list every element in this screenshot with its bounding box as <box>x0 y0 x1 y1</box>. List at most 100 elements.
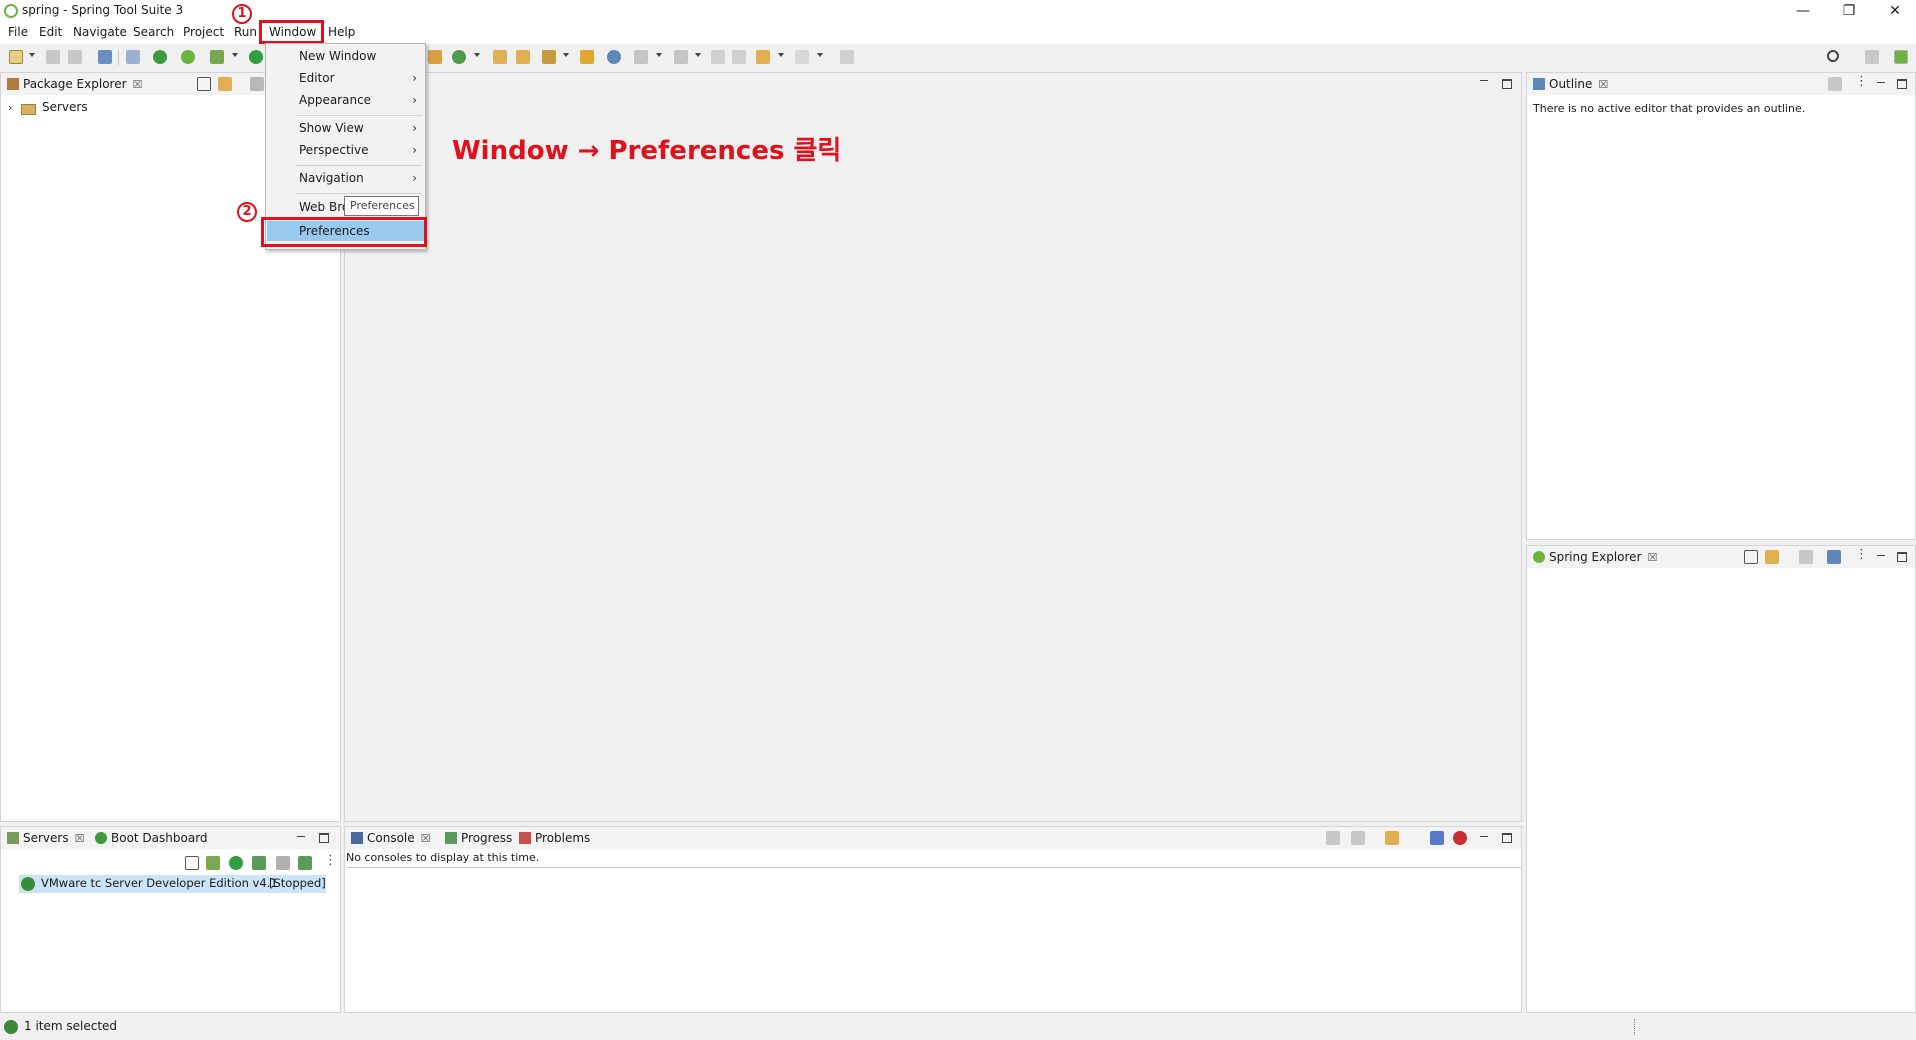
boot-dashboard-icon[interactable] <box>153 50 167 64</box>
tab-boot-dashboard[interactable]: Boot Dashboard <box>93 827 208 849</box>
next-annotation-icon[interactable] <box>634 50 648 64</box>
run-icon[interactable] <box>249 50 263 64</box>
menu-item-show-view[interactable]: Show View › <box>267 118 425 138</box>
search-flashlight-icon[interactable] <box>542 50 556 64</box>
link-with-editor-icon[interactable] <box>218 77 232 91</box>
debug-server-icon[interactable] <box>206 856 220 870</box>
new-class-dropdown-icon[interactable] <box>474 53 480 57</box>
forward-icon[interactable] <box>795 50 809 64</box>
collapse-icon[interactable] <box>185 856 199 870</box>
focus-on-task-icon[interactable] <box>250 77 264 91</box>
stop-server-icon[interactable] <box>276 856 290 870</box>
debug-dropdown-icon[interactable] <box>232 53 238 57</box>
skip-breakpoints-icon[interactable] <box>126 50 140 64</box>
menu-help[interactable]: Help <box>328 25 355 39</box>
save-all-icon[interactable] <box>68 50 82 64</box>
open-console-icon[interactable] <box>1385 831 1399 845</box>
servers-expander-icon[interactable]: › <box>8 101 12 114</box>
view-menu-icon[interactable] <box>321 853 337 868</box>
minimize-servers-icon[interactable] <box>295 831 307 843</box>
forward-dropdown-icon[interactable] <box>817 53 823 57</box>
debug-icon[interactable] <box>210 50 224 64</box>
back-dropdown-icon[interactable] <box>778 53 784 57</box>
spring-perspective-icon[interactable] <box>1894 50 1908 64</box>
new-dropdown-icon[interactable] <box>29 53 35 57</box>
pin-console-icon[interactable] <box>1326 831 1340 845</box>
close-tab-icon[interactable]: ☒ <box>1648 551 1658 564</box>
spring-refresh-icon[interactable] <box>181 50 195 64</box>
collapse-all-icon[interactable] <box>1744 550 1758 564</box>
maximize-servers-icon[interactable] <box>319 833 329 843</box>
close-tab-icon[interactable]: ☒ <box>75 832 85 845</box>
profile-server-icon[interactable] <box>252 856 266 870</box>
close-tab-icon[interactable]: ☒ <box>1598 78 1608 91</box>
pin-editor-icon[interactable] <box>840 50 854 64</box>
tab-outline[interactable]: Outline ☒ <box>1531 73 1608 95</box>
close-tab-icon[interactable]: ☒ <box>421 832 431 845</box>
start-server-icon[interactable] <box>229 856 243 870</box>
menu-run[interactable]: Run <box>234 25 257 39</box>
tab-console[interactable]: Console ☒ <box>349 827 431 849</box>
open-type-icon[interactable] <box>493 50 507 64</box>
publish-icon[interactable] <box>298 856 312 870</box>
spring-console-icon[interactable] <box>1453 831 1467 845</box>
restore-button[interactable]: ❐ <box>1826 0 1872 22</box>
minimize-console-icon[interactable] <box>1478 831 1490 843</box>
last-edit-icon[interactable] <box>711 50 725 64</box>
minimize-editor-icon[interactable] <box>1478 75 1490 87</box>
focus-icon[interactable] <box>1828 77 1842 91</box>
menu-search[interactable]: Search <box>133 25 174 39</box>
menu-project[interactable]: Project <box>183 25 224 39</box>
link-with-editor-icon[interactable] <box>1765 550 1779 564</box>
collapse-all-icon[interactable] <box>197 77 211 91</box>
close-tab-icon[interactable]: ☒ <box>133 78 143 91</box>
menu-item-perspective[interactable]: Perspective › <box>267 140 425 160</box>
new-icon[interactable] <box>9 50 23 64</box>
close-button[interactable]: ✕ <box>1872 0 1916 22</box>
menu-file[interactable]: File <box>8 25 28 39</box>
save-icon[interactable] <box>46 50 60 64</box>
menu-edit[interactable]: Edit <box>39 25 62 39</box>
menu-item-appearance[interactable]: Appearance › <box>267 90 425 110</box>
prev-annotation-dropdown-icon[interactable] <box>695 53 701 57</box>
view-menu-icon[interactable] <box>1852 547 1868 562</box>
new-java-package-icon[interactable] <box>428 50 442 64</box>
tab-servers[interactable]: Servers ☒ <box>5 827 84 849</box>
menu-navigate[interactable]: Navigate <box>73 25 127 39</box>
sort-icon[interactable] <box>1827 550 1841 564</box>
globe-icon[interactable] <box>607 50 621 64</box>
menu-item-editor[interactable]: Editor › <box>267 68 425 88</box>
focus-icon[interactable] <box>1799 550 1813 564</box>
open-folder-icon[interactable] <box>516 50 530 64</box>
minimize-button[interactable]: — <box>1780 0 1826 22</box>
tab-package-explorer[interactable]: Package Explorer ☒ <box>5 73 142 95</box>
server-row[interactable]: VMware tc Server Developer Edition v4.1 … <box>19 875 326 893</box>
menu-item-new-window[interactable]: New Window <box>267 46 425 66</box>
previous-annotation-icon[interactable] <box>674 50 688 64</box>
forward-edit-icon[interactable] <box>732 50 746 64</box>
open-perspective-icon[interactable] <box>1865 50 1879 64</box>
display-console-icon[interactable] <box>1351 831 1365 845</box>
maximize-spring-explorer-icon[interactable] <box>1897 552 1907 562</box>
tab-progress[interactable]: Progress <box>443 827 512 849</box>
maximize-outline-icon[interactable] <box>1897 79 1907 89</box>
terminal-icon[interactable] <box>98 50 112 64</box>
new-class-icon[interactable] <box>452 50 466 64</box>
menu-item-navigation[interactable]: Navigation › <box>267 168 425 188</box>
view-menu-icon[interactable] <box>1852 74 1868 89</box>
annotation-dropdown-icon[interactable] <box>656 53 662 57</box>
console-settings-icon[interactable] <box>1430 831 1444 845</box>
open-task-icon[interactable] <box>580 50 594 64</box>
minimize-spring-explorer-icon[interactable] <box>1875 550 1887 562</box>
tab-boot-dashboard-label: Boot Dashboard <box>111 831 208 845</box>
console-header: Console ☒ Progress Problems <box>345 827 1521 849</box>
search-dropdown-icon[interactable] <box>563 53 569 57</box>
minimize-outline-icon[interactable] <box>1875 77 1887 89</box>
back-icon[interactable] <box>756 50 770 64</box>
tab-problems[interactable]: Problems <box>517 827 590 849</box>
tree-item-servers[interactable]: Servers <box>42 100 88 114</box>
search-icon[interactable] <box>1827 50 1839 62</box>
tab-spring-explorer[interactable]: Spring Explorer ☒ <box>1531 546 1657 568</box>
maximize-console-icon[interactable] <box>1502 833 1512 843</box>
maximize-editor-icon[interactable] <box>1502 79 1512 89</box>
